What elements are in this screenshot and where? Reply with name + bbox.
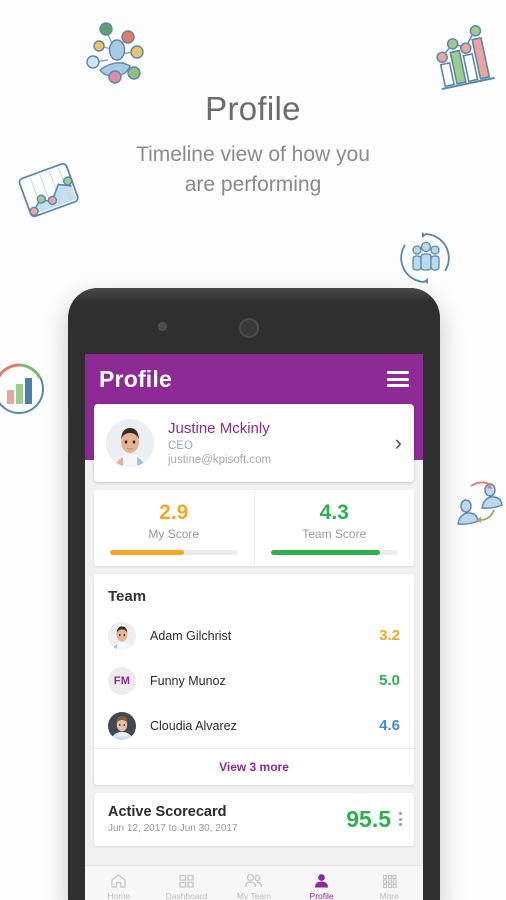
nav-item-dashboard[interactable]: Dashboard <box>153 873 221 900</box>
view-more-button[interactable]: View 3 more <box>94 748 414 785</box>
page-subtitle-line2: are performing <box>184 173 322 196</box>
nav-label: More <box>379 891 399 900</box>
people-icon <box>244 873 263 889</box>
phone-earpiece-speaker <box>239 318 259 338</box>
people-cycle-icon <box>395 228 455 293</box>
phone-volume-button <box>68 408 69 454</box>
person-icon <box>313 873 330 889</box>
nav-label: Profile <box>309 891 334 900</box>
scorecard-date-range: Jun 12, 2017 to Jun 30, 2017 <box>108 823 238 834</box>
kebab-dot <box>399 812 402 815</box>
bottom-navigation: Home Dashboard My Team Profile More <box>85 865 423 900</box>
kebab-menu-icon[interactable] <box>399 812 402 826</box>
phone-mockup: Profile Justine Mckinly CEO justine@kpis… <box>68 288 440 900</box>
active-scorecard[interactable]: Active Scorecard Jun 12, 2017 to Jun 30,… <box>94 793 414 846</box>
profile-email: justine@kpisoft.com <box>168 454 272 466</box>
avatar <box>106 419 154 467</box>
chevron-right-icon[interactable]: › <box>389 430 402 456</box>
team-score-label: Team Score <box>302 526 367 541</box>
my-score-value: 2.9 <box>159 500 189 524</box>
nav-item-profile[interactable]: Profile <box>288 873 356 900</box>
team-score-progress-fill <box>270 549 381 555</box>
kebab-dot <box>399 823 402 826</box>
nav-item-more[interactable]: More <box>355 873 423 900</box>
nav-item-home[interactable]: Home <box>85 873 153 900</box>
list-item[interactable]: Adam Gilchrist 3.2 <box>94 613 414 658</box>
score-summary: 2.9 My Score 4.3 Team Score <box>94 490 414 566</box>
avatar <box>108 621 136 650</box>
my-score-cell[interactable]: 2.9 My Score <box>94 490 254 566</box>
profile-role: CEO <box>168 440 193 452</box>
app-bar: Profile <box>85 354 423 404</box>
phone-screen: Profile Justine Mckinly CEO justine@kpis… <box>85 354 423 900</box>
profile-info: Justine Mckinly CEO justine@kpisoft.com <box>168 420 389 466</box>
phone-front-camera <box>158 322 167 331</box>
page-subtitle-line1: Timeline view of how you <box>136 143 370 166</box>
nav-label: My Team <box>236 891 272 900</box>
team-score-cell[interactable]: 4.3 Team Score <box>253 490 415 566</box>
app-bar-title: Profile <box>99 365 172 392</box>
avatar-initials: FM <box>108 666 136 695</box>
hamburger-menu-icon[interactable] <box>387 371 409 387</box>
my-score-label: My Score <box>148 526 200 541</box>
scorecard-title: Active Scorecard <box>108 804 227 820</box>
page-root: Profile Timeline view of how you are per… <box>0 0 506 900</box>
member-name: Funny Munoz <box>150 673 226 688</box>
people-exchange-icon <box>452 468 506 537</box>
member-score: 3.2 <box>379 627 400 644</box>
page-subtitle: Timeline view of how you are performing <box>0 140 506 200</box>
scorecard-info: Active Scorecard Jun 12, 2017 to Jun 30,… <box>108 804 346 834</box>
network-nodes-icon <box>70 14 156 97</box>
home-icon <box>110 873 127 889</box>
dashboard-grid-icon <box>178 873 195 889</box>
team-heading: Team <box>108 588 147 605</box>
member-initials: FM <box>113 674 131 687</box>
nav-label: Dashboard <box>165 891 208 900</box>
profile-card[interactable]: Justine Mckinly CEO justine@kpisoft.com … <box>94 404 414 482</box>
team-score-progress-track <box>270 549 398 555</box>
list-item[interactable]: Cloudia Alvarez 4.6 <box>94 703 414 748</box>
member-name: Cloudia Alvarez <box>150 718 237 733</box>
hamburger-line <box>387 384 409 387</box>
avatar <box>108 711 136 740</box>
profile-name: Justine Mckinly <box>168 420 270 437</box>
member-score: 4.6 <box>379 717 400 734</box>
team-score-value: 4.3 <box>319 500 349 524</box>
nav-item-my-team[interactable]: My Team <box>220 873 288 900</box>
my-score-progress-fill <box>110 549 184 555</box>
my-score-progress-track <box>110 549 238 555</box>
team-card: Team Adam Gilchrist 3.2 FM Funny Munoz 5… <box>94 574 414 785</box>
member-score: 5.0 <box>379 672 400 689</box>
nav-label: Home <box>107 891 131 900</box>
kebab-dot <box>399 817 402 821</box>
page-title: Profile <box>205 90 301 127</box>
hamburger-line <box>387 371 409 374</box>
scorecard-value: 95.5 <box>346 805 391 832</box>
list-item[interactable]: FM Funny Munoz 5.0 <box>94 658 414 703</box>
hamburger-line <box>387 377 409 381</box>
circular-bar-chart-icon <box>0 360 48 423</box>
member-name: Adam Gilchrist <box>150 628 232 643</box>
more-grid-icon <box>381 873 398 889</box>
